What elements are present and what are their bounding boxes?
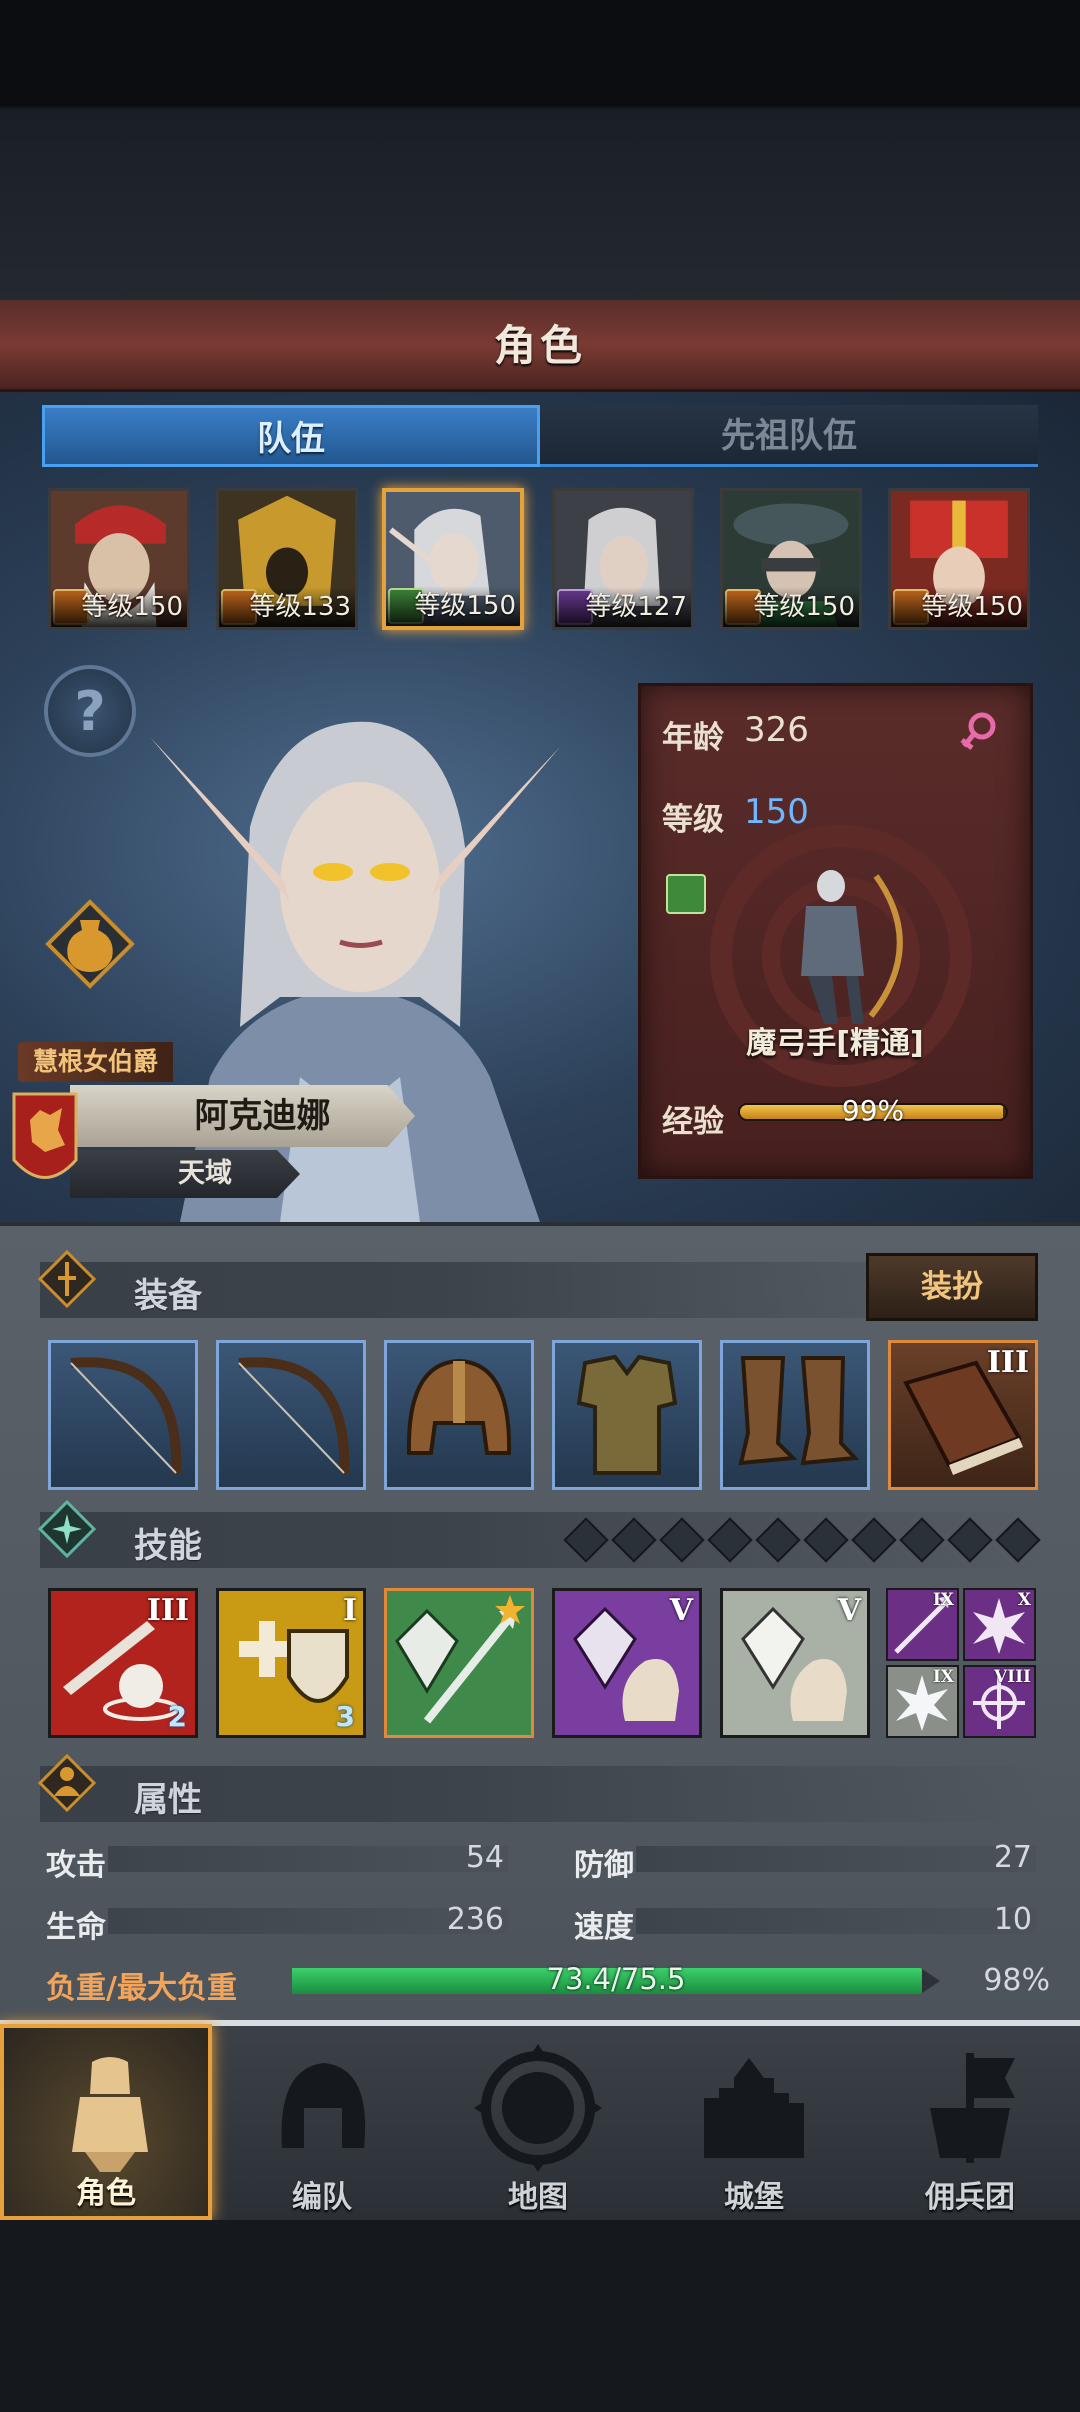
skill-slot-4[interactable]: V bbox=[552, 1588, 702, 1738]
party-member-1[interactable]: 等级150 bbox=[48, 488, 190, 630]
hero-class-name: 魔弓手[精通] bbox=[746, 1026, 924, 1061]
attack-label: 攻击 bbox=[46, 1848, 106, 1883]
load-percent: 98% bbox=[983, 1963, 1050, 1998]
nav-label: 编队 bbox=[292, 2180, 352, 2215]
age-value: 326 bbox=[744, 710, 809, 750]
member-level: 等级150 bbox=[723, 587, 859, 627]
bow-icon bbox=[238, 1357, 350, 1474]
help-button[interactable]: ? bbox=[44, 665, 136, 757]
star-burst-icon bbox=[38, 1500, 96, 1558]
attack-value: 54 bbox=[465, 1840, 504, 1875]
female-icon bbox=[960, 712, 996, 750]
load-label: 负重/最大负重 bbox=[46, 1971, 237, 2006]
party-member-5[interactable]: 等级150 bbox=[720, 488, 862, 630]
helmet-icon bbox=[406, 1358, 512, 1455]
rank-numeral: III bbox=[146, 1593, 189, 1628]
equip-slot-bow-1[interactable] bbox=[48, 1340, 198, 1490]
nav-castle[interactable]: 城堡 bbox=[648, 2024, 860, 2220]
skill-charge-count: 2 bbox=[167, 1700, 187, 1733]
tab-party[interactable]: 队伍 bbox=[42, 405, 540, 467]
skill-slot-2[interactable]: I 3 bbox=[216, 1588, 366, 1738]
page-title: 角色 bbox=[0, 300, 1080, 392]
equip-slot-book[interactable]: III bbox=[888, 1340, 1038, 1490]
party-member-6[interactable]: 等级150 bbox=[888, 488, 1030, 630]
castle-icon bbox=[704, 2058, 804, 2158]
equip-slot-boots[interactable] bbox=[720, 1340, 870, 1490]
bow-icon bbox=[70, 1357, 182, 1474]
equip-slot-helmet[interactable] bbox=[384, 1340, 534, 1490]
nav-character[interactable]: 角色 bbox=[0, 2024, 212, 2220]
person-icon bbox=[38, 1754, 96, 1812]
skill-charge-count: 3 bbox=[335, 1700, 355, 1733]
rank-numeral: IX bbox=[932, 1667, 954, 1687]
rank-numeral: V bbox=[837, 1593, 861, 1628]
dagger-icon bbox=[38, 1250, 96, 1308]
member-level: 等级127 bbox=[555, 587, 691, 627]
level-value: 150 bbox=[744, 792, 809, 832]
knight-icon bbox=[72, 2057, 148, 2172]
class-figure bbox=[801, 870, 903, 1024]
hero-name: 阿克迪娜 bbox=[70, 1085, 415, 1147]
passive-skill-3[interactable]: IX bbox=[886, 1665, 959, 1738]
boots-icon bbox=[738, 1356, 860, 1466]
rank-numeral: V bbox=[669, 1593, 693, 1628]
nav-formation[interactable]: 编队 bbox=[216, 2024, 428, 2220]
member-level: 等级150 bbox=[891, 587, 1027, 627]
nav-map[interactable]: 地图 bbox=[432, 2024, 644, 2220]
age-label: 年龄 bbox=[662, 720, 724, 756]
party-member-2[interactable]: 等级133 bbox=[216, 488, 358, 630]
skills-label: 技能 bbox=[134, 1526, 202, 1566]
skill-slot-3[interactable] bbox=[384, 1588, 534, 1738]
speed-label: 速度 bbox=[574, 1910, 634, 1945]
hero-title: 慧根女伯爵 bbox=[18, 1042, 173, 1082]
nav-mercenary[interactable]: 佣兵团 bbox=[864, 2024, 1076, 2220]
bow-icon bbox=[666, 874, 706, 914]
rank-numeral: III bbox=[986, 1345, 1029, 1380]
hp-label: 生命 bbox=[46, 1910, 106, 1945]
nav-label: 角色 bbox=[76, 2176, 136, 2211]
hp-value: 236 bbox=[446, 1902, 504, 1937]
skill-slot-1[interactable]: III 2 bbox=[48, 1588, 198, 1738]
skill-slot-5[interactable]: V bbox=[720, 1588, 870, 1738]
globe-icon bbox=[474, 2044, 602, 2172]
rank-numeral: IX bbox=[932, 1590, 954, 1610]
armor-icon bbox=[576, 1354, 678, 1475]
hero-realm: 天域 bbox=[70, 1150, 300, 1198]
passive-skill-2[interactable]: X bbox=[963, 1588, 1036, 1661]
outfit-button[interactable]: 装扮 bbox=[866, 1253, 1038, 1321]
party-member-3[interactable]: 等级150 bbox=[382, 488, 524, 630]
load-value: 73.4/75.5 bbox=[546, 1962, 686, 1996]
speed-value: 10 bbox=[993, 1902, 1032, 1937]
helmet-icon bbox=[281, 2063, 366, 2148]
level-label: 等级 bbox=[662, 802, 724, 838]
tab-ancestor-party[interactable]: 先祖队伍 bbox=[540, 405, 1038, 467]
rank-numeral: X bbox=[1017, 1590, 1031, 1610]
star-icon bbox=[495, 1595, 525, 1624]
nav-label: 地图 bbox=[508, 2180, 568, 2215]
equipment-label: 装备 bbox=[134, 1276, 202, 1316]
equip-slot-bow-2[interactable] bbox=[216, 1340, 366, 1490]
potion-button[interactable] bbox=[44, 898, 136, 990]
nav-label: 城堡 bbox=[724, 2180, 784, 2215]
passive-skill-4[interactable]: VIII bbox=[963, 1665, 1036, 1738]
exp-percent: 99% bbox=[841, 1094, 905, 1127]
rank-numeral: I bbox=[342, 1593, 357, 1628]
member-level: 等级133 bbox=[219, 587, 355, 627]
rank-numeral: VIII bbox=[993, 1667, 1031, 1687]
wolf-crest-icon bbox=[12, 1092, 78, 1179]
attributes-label: 属性 bbox=[134, 1780, 202, 1820]
party-member-4[interactable]: 等级127 bbox=[552, 488, 694, 630]
banner-icon bbox=[930, 2053, 1015, 2163]
equip-slot-armor[interactable] bbox=[552, 1340, 702, 1490]
potion-icon bbox=[45, 899, 135, 989]
member-level: 等级150 bbox=[51, 587, 187, 627]
defense-label: 防御 bbox=[574, 1848, 634, 1883]
defense-value: 27 bbox=[993, 1840, 1032, 1875]
member-level: 等级150 bbox=[386, 586, 520, 626]
exp-label: 经验 bbox=[662, 1104, 724, 1140]
bottom-area bbox=[0, 2220, 1080, 2412]
top-status-area bbox=[0, 0, 1080, 300]
nav-label: 佣兵团 bbox=[925, 2180, 1015, 2215]
passive-skill-1[interactable]: IX bbox=[886, 1588, 959, 1661]
